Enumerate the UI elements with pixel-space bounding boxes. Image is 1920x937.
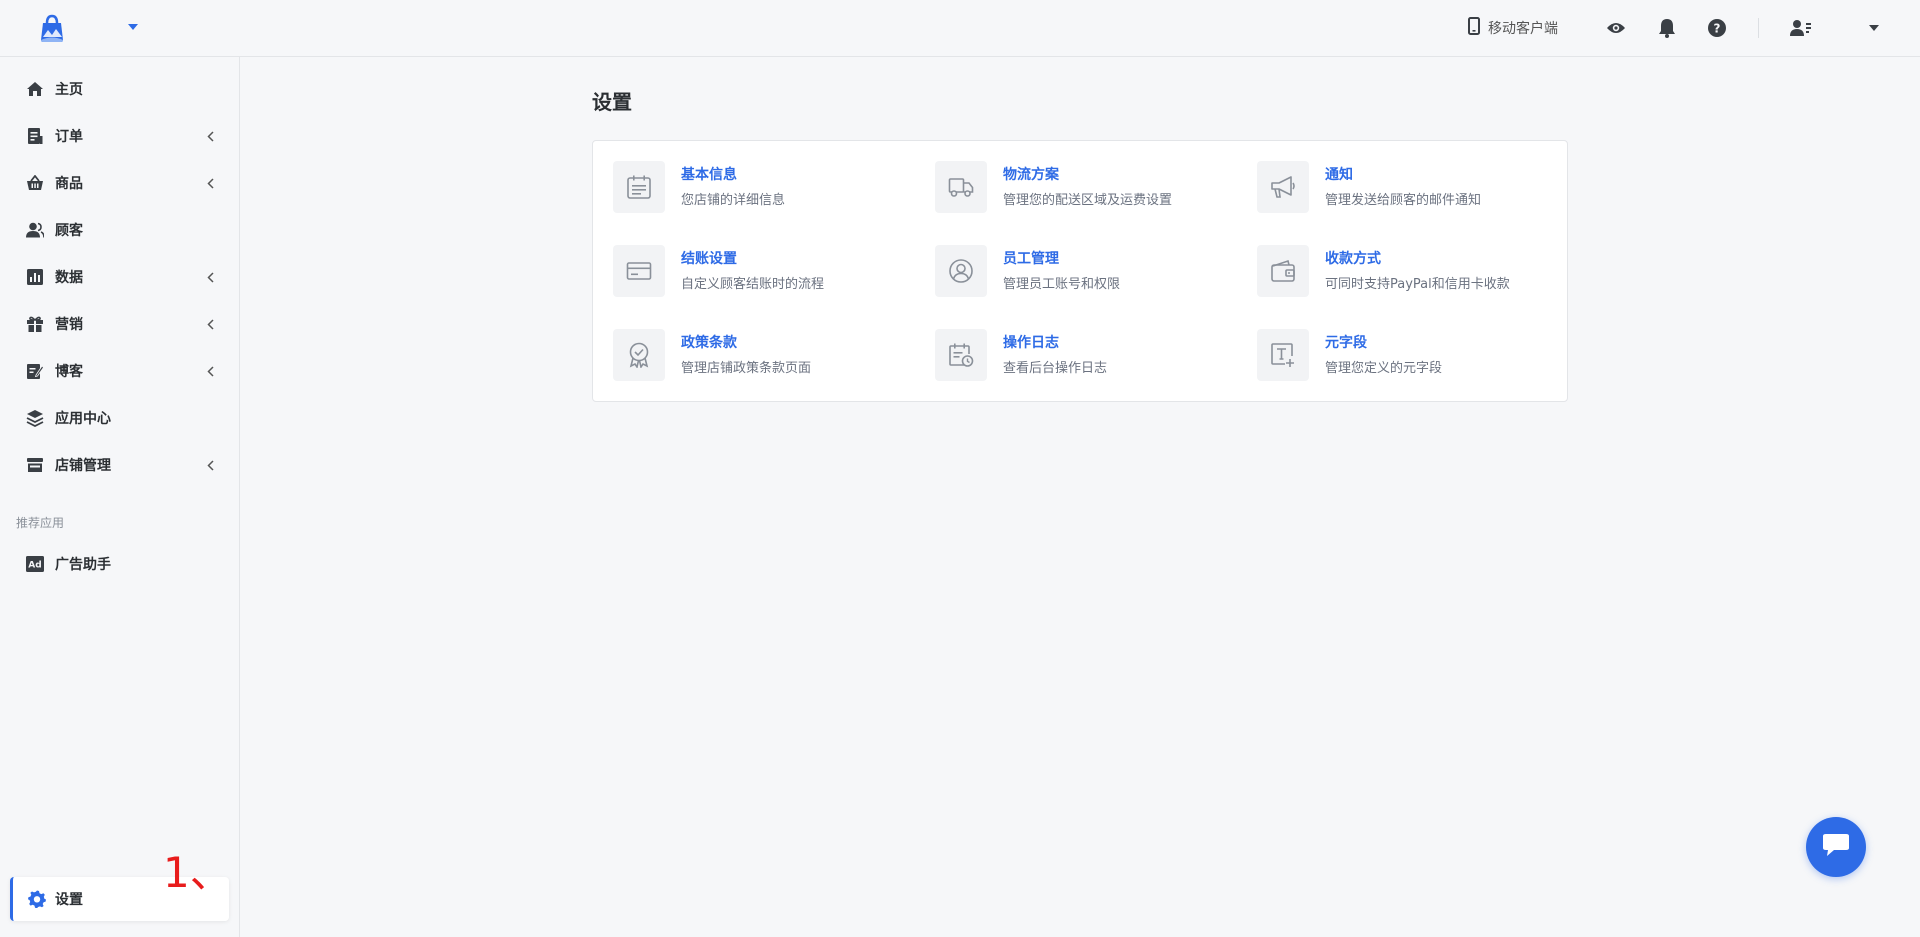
chart-icon: [25, 267, 45, 287]
mobile-client-button[interactable]: 移动客户端: [1468, 16, 1558, 40]
logo-icon[interactable]: [38, 13, 66, 43]
log-icon: [935, 329, 987, 381]
chat-button[interactable]: [1806, 817, 1866, 877]
tile-description: 管理员工账号和权限: [1003, 277, 1121, 292]
tile-description: 管理您的配送区域及运费设置: [1003, 193, 1173, 208]
sidebar-item-store-management[interactable]: 店铺管理: [0, 445, 240, 485]
user-menu-caret-icon[interactable]: [1863, 17, 1885, 39]
help-icon[interactable]: ?: [1706, 17, 1728, 39]
chevron-left-icon: [203, 364, 217, 378]
tile-title: 收款方式: [1325, 251, 1381, 267]
top-bar: 移动客户端 ?: [0, 0, 1920, 57]
settings-tile-shipping[interactable]: 物流方案 管理您的配送区域及运费设置: [935, 161, 1235, 221]
tile-title: 元字段: [1325, 335, 1367, 351]
sidebar-item-blog[interactable]: 博客: [0, 351, 240, 391]
sidebar-item-label: 广告助手: [55, 557, 111, 573]
header-divider: [1758, 18, 1759, 38]
sidebar-item-label: 店铺管理: [55, 458, 111, 474]
tile-description: 管理您定义的元字段: [1325, 361, 1443, 376]
settings-tile-checkout[interactable]: 结账设置 自定义顾客结账时的流程: [613, 245, 913, 305]
sidebar-item-label: 数据: [55, 270, 83, 286]
chat-bubble-icon: [1820, 831, 1852, 863]
sidebar-item-label: 设置: [55, 892, 83, 908]
tile-title: 基本信息: [681, 167, 737, 183]
ad-icon: Ad: [25, 554, 45, 574]
settings-tile-payments[interactable]: 收款方式 可同时支持PayPal和信用卡收款: [1257, 245, 1557, 305]
gift-icon: [25, 314, 45, 334]
sidebar-item-label: 应用中心: [55, 411, 111, 427]
settings-tile-policies[interactable]: 政策条款 管理店铺政策条款页面: [613, 329, 913, 389]
calendar-list-icon: [613, 161, 665, 213]
tile-description: 查看后台操作日志: [1003, 361, 1108, 376]
tile-description: 自定义顾客结账时的流程: [681, 277, 825, 292]
chevron-left-icon: [203, 458, 217, 472]
settings-tile-metafields[interactable]: 元字段 管理您定义的元字段: [1257, 329, 1557, 389]
sidebar-item-customers[interactable]: 顾客: [0, 210, 240, 250]
megaphone-icon: [1257, 161, 1309, 213]
sidebar: 主页 订单 商品 顾客 数据 营销 博客 应用中心 店铺管理 推荐应用 Ad 广…: [0, 57, 240, 937]
tile-description: 管理店铺政策条款页面: [681, 361, 812, 376]
tile-title: 操作日志: [1003, 335, 1059, 351]
settings-tile-staff[interactable]: 员工管理 管理员工账号和权限: [935, 245, 1235, 305]
phone-icon: [1468, 17, 1480, 39]
svg-text:?: ?: [1714, 22, 1721, 36]
tile-title: 政策条款: [681, 335, 737, 351]
user-icon[interactable]: [1790, 17, 1812, 39]
chevron-left-icon: [203, 176, 217, 190]
annotation-step-1: 1、: [163, 848, 232, 897]
store-icon: [25, 455, 45, 475]
sidebar-item-orders[interactable]: 订单: [0, 116, 240, 156]
settings-card: 基本信息 您店铺的详细信息 物流方案 管理您的配送区域及运费设置 通知 管理发送…: [592, 140, 1568, 402]
sidebar-item-products[interactable]: 商品: [0, 163, 240, 203]
orders-icon: [25, 126, 45, 146]
sidebar-item-label: 博客: [55, 364, 83, 380]
gear-icon: [27, 889, 47, 909]
sidebar-item-label: 订单: [55, 129, 83, 145]
settings-tile-notifications[interactable]: 通知 管理发送给顾客的邮件通知: [1257, 161, 1557, 221]
badge-icon: [613, 329, 665, 381]
caret-down-icon[interactable]: [126, 20, 140, 34]
truck-icon: [935, 161, 987, 213]
tile-title: 员工管理: [1003, 251, 1059, 267]
chevron-left-icon: [203, 270, 217, 284]
chevron-left-icon: [203, 317, 217, 331]
settings-tile-basic-info[interactable]: 基本信息 您店铺的详细信息: [613, 161, 913, 221]
basket-icon: [25, 173, 45, 193]
tile-description: 您店铺的详细信息: [681, 193, 786, 208]
sidebar-item-label: 顾客: [55, 223, 83, 239]
sidebar-item-data[interactable]: 数据: [0, 257, 240, 297]
sidebar-section-title: 推荐应用: [16, 516, 65, 530]
text-plus-icon: [1257, 329, 1309, 381]
user-circle-icon: [935, 245, 987, 297]
wallet-icon: [1257, 245, 1309, 297]
eye-icon[interactable]: [1605, 17, 1627, 39]
tile-title: 物流方案: [1003, 167, 1059, 183]
blog-icon: [25, 361, 45, 381]
sidebar-item-label: 主页: [55, 82, 83, 98]
layers-icon: [25, 408, 45, 428]
customers-icon: [25, 220, 45, 240]
svg-text:Ad: Ad: [28, 561, 41, 571]
sidebar-item-app-center[interactable]: 应用中心: [0, 398, 240, 438]
sidebar-item-label: 商品: [55, 176, 83, 192]
tile-title: 结账设置: [681, 251, 737, 267]
card-icon: [613, 245, 665, 297]
sidebar-item-ad-assistant[interactable]: Ad 广告助手: [0, 544, 240, 584]
tile-description: 可同时支持PayPal和信用卡收款: [1325, 277, 1510, 292]
page-title: 设置: [592, 90, 632, 114]
chevron-left-icon: [203, 129, 217, 143]
bell-icon[interactable]: [1656, 17, 1678, 39]
sidebar-item-label: 营销: [55, 317, 83, 333]
home-icon: [25, 79, 45, 99]
sidebar-item-home[interactable]: 主页: [0, 69, 240, 109]
tile-description: 管理发送给顾客的邮件通知: [1325, 193, 1482, 208]
tile-title: 通知: [1325, 167, 1353, 183]
sidebar-item-marketing[interactable]: 营销: [0, 304, 240, 344]
settings-tile-logs[interactable]: 操作日志 查看后台操作日志: [935, 329, 1235, 389]
mobile-client-label: 移动客户端: [1488, 21, 1558, 37]
